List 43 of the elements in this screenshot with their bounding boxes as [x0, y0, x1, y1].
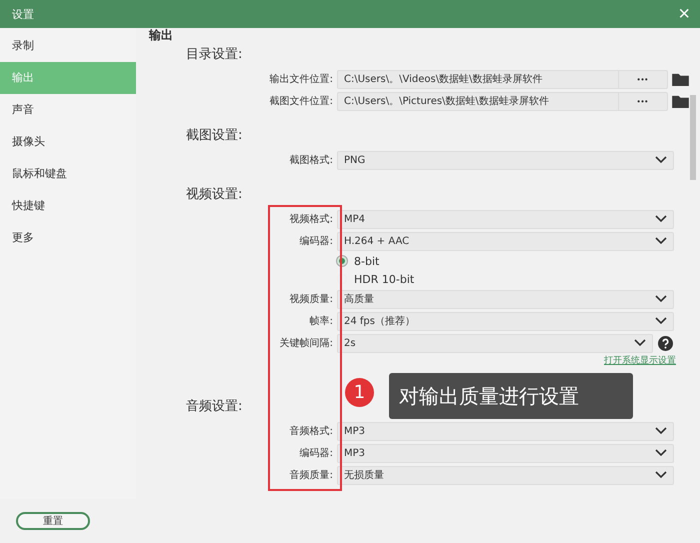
browse-button[interactable]: ••• [618, 70, 668, 88]
dropdown[interactable]: 无损质量 [337, 466, 674, 484]
settings-link[interactable]: 打开系统显示设置 [604, 354, 676, 367]
dropdown[interactable]: MP3 [337, 422, 674, 440]
field-label: 编码器: [298, 446, 334, 460]
path-field[interactable]: C:\Users\。\Pictures\数据蛙\数据蛙录屏软件 [337, 92, 618, 110]
sidebar-item[interactable]: 录制 [0, 30, 136, 62]
dropdown[interactable]: H.264 + AAC [337, 232, 674, 250]
radio-option[interactable]: HDR 10-bit [337, 272, 414, 286]
window-title: 设置 [12, 6, 34, 22]
annotation-callout: 对输出质量进行设置 [389, 373, 633, 419]
dropdown[interactable]: 24 fps（推荐） [337, 312, 674, 330]
sidebar-item[interactable]: 鼠标和键盘 [0, 158, 136, 190]
sidebar-item[interactable]: 更多 [0, 222, 136, 254]
dropdown[interactable]: 2s [337, 334, 653, 352]
path-field[interactable]: C:\Users\。\Videos\数据蛙\数据蛙录屏软件 [337, 70, 618, 88]
field-label: 截图文件位置: [268, 94, 334, 108]
field-label: 帧率: [308, 314, 334, 328]
dropdown[interactable]: MP3 [337, 444, 674, 462]
section-title: 目录设置: [186, 46, 242, 64]
field-label: 编码器: [298, 234, 334, 248]
field-label: 截图格式: [288, 154, 334, 167]
field-label: 视频格式: [288, 212, 334, 226]
dropdown[interactable]: MP4 [337, 210, 674, 228]
dropdown[interactable]: PNG [337, 150, 674, 170]
section-title: 视频设置: [186, 186, 242, 204]
field-label: 输出文件位置: [268, 72, 334, 86]
field-label: 视频质量: [288, 292, 334, 306]
field-label: 音频格式: [288, 424, 334, 438]
sidebar-item[interactable]: 声音 [0, 94, 136, 126]
sidebar-item[interactable]: 摄像头 [0, 126, 136, 158]
browse-button[interactable]: ••• [618, 92, 668, 110]
section-heading: 输出 [149, 28, 173, 42]
reset-button[interactable]: 重置 [16, 512, 90, 530]
step-badge: 1 [345, 378, 374, 407]
field-label: 关键帧间隔: [278, 336, 334, 350]
dropdown[interactable]: 高质量 [337, 290, 674, 308]
radio-option[interactable]: 8-bit [337, 254, 380, 268]
section-title: 音频设置: [186, 398, 242, 416]
close-button[interactable]: × [674, 4, 694, 24]
field-label: 音频质量: [288, 468, 334, 482]
sidebar-item[interactable]: 快捷键 [0, 190, 136, 222]
section-title: 截图设置: [186, 127, 242, 145]
